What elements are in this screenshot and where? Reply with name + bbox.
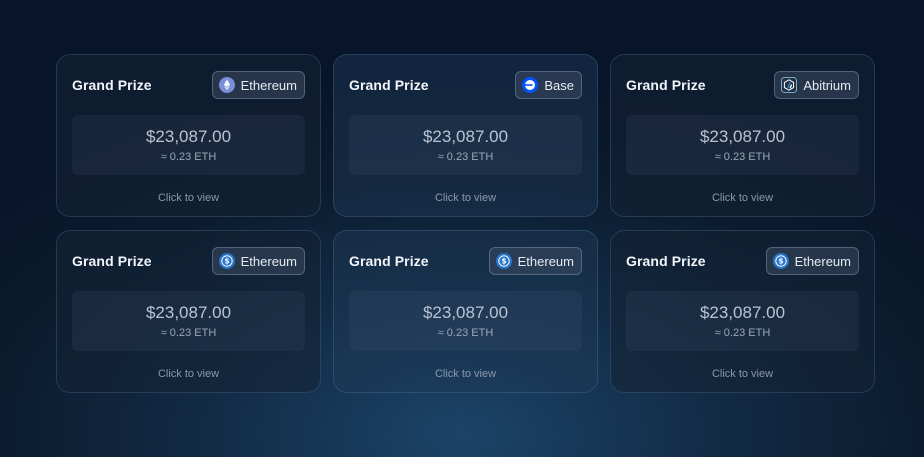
prize-panel: $23,087.00 ≈ 0.23 ETH — [72, 291, 305, 351]
svg-text:$: $ — [501, 257, 506, 266]
chain-label: Abitrium — [803, 77, 851, 93]
ethereum-icon — [218, 77, 235, 93]
prize-eth-value: ≈ 0.23 ETH — [437, 151, 494, 163]
chain-badge[interactable]: Ethereum — [211, 71, 305, 99]
card-title: Grand Prize — [72, 77, 152, 93]
svg-text:$: $ — [778, 257, 783, 266]
card-header: Grand Prize Base — [349, 70, 582, 100]
click-to-view-link[interactable]: Click to view — [334, 192, 597, 204]
prize-card[interactable]: Grand Prize Base $23,087.00 ≈ 0.23 ETH C… — [333, 54, 598, 217]
card-title: Grand Prize — [626, 77, 706, 93]
card-title: Grand Prize — [349, 253, 429, 269]
prize-panel: $23,087.00 ≈ 0.23 ETH — [349, 115, 582, 175]
prize-card[interactable]: Grand Prize $ Ethereum $23,087.00 ≈ 0.23… — [56, 230, 321, 393]
usdc-icon: $ — [218, 253, 235, 269]
chain-badge[interactable]: $ Ethereum — [765, 247, 859, 275]
click-to-view-link[interactable]: Click to view — [611, 192, 874, 204]
prize-card[interactable]: Grand Prize Ethereum $23,087.00 ≈ 0.23 E… — [56, 54, 321, 217]
card-header: Grand Prize $ Ethereum — [72, 246, 305, 276]
arbitrum-icon — [781, 77, 798, 93]
chain-badge[interactable]: $ Ethereum — [211, 247, 305, 275]
prize-panel: $23,087.00 ≈ 0.23 ETH — [626, 115, 859, 175]
card-header: Grand Prize $ Ethereum — [626, 246, 859, 276]
prize-eth-value: ≈ 0.23 ETH — [714, 327, 771, 339]
prize-card-grid: Grand Prize Ethereum $23,087.00 ≈ 0.23 E… — [56, 54, 875, 393]
card-header: Grand Prize Abitrium — [626, 70, 859, 100]
prize-eth-value: ≈ 0.23 ETH — [714, 151, 771, 163]
chain-label: Ethereum — [517, 253, 574, 269]
prize-amount: $23,087.00 — [699, 303, 786, 322]
prize-amount: $23,087.00 — [422, 303, 509, 322]
chain-badge[interactable]: Base — [515, 71, 582, 99]
base-icon — [522, 77, 539, 93]
prize-panel: $23,087.00 ≈ 0.23 ETH — [349, 291, 582, 351]
prize-amount: $23,087.00 — [422, 127, 509, 146]
prize-eth-value: ≈ 0.23 ETH — [160, 327, 217, 339]
svg-text:$: $ — [224, 257, 229, 266]
click-to-view-link[interactable]: Click to view — [334, 368, 597, 380]
prize-panel: $23,087.00 ≈ 0.23 ETH — [626, 291, 859, 351]
prize-amount: $23,087.00 — [145, 303, 232, 322]
chain-label: Ethereum — [794, 253, 851, 269]
usdc-icon: $ — [495, 253, 512, 269]
prize-eth-value: ≈ 0.23 ETH — [160, 151, 217, 163]
card-header: Grand Prize $ Ethereum — [349, 246, 582, 276]
chain-label: Ethereum — [240, 77, 297, 93]
click-to-view-link[interactable]: Click to view — [57, 192, 320, 204]
card-title: Grand Prize — [626, 253, 706, 269]
prize-amount: $23,087.00 — [699, 127, 786, 146]
card-header: Grand Prize Ethereum — [72, 70, 305, 100]
card-title: Grand Prize — [349, 77, 429, 93]
prize-eth-value: ≈ 0.23 ETH — [437, 327, 494, 339]
chain-badge[interactable]: Abitrium — [774, 71, 859, 99]
prize-card[interactable]: Grand Prize Abitrium $23,087.00 ≈ 0.23 E… — [610, 54, 875, 217]
chain-badge[interactable]: $ Ethereum — [488, 247, 582, 275]
click-to-view-link[interactable]: Click to view — [611, 368, 874, 380]
chain-label: Ethereum — [240, 253, 297, 269]
click-to-view-link[interactable]: Click to view — [57, 368, 320, 380]
prize-amount: $23,087.00 — [145, 127, 232, 146]
prize-panel: $23,087.00 ≈ 0.23 ETH — [72, 115, 305, 175]
card-title: Grand Prize — [72, 253, 152, 269]
prize-card[interactable]: Grand Prize $ Ethereum $23,087.00 ≈ 0.23… — [610, 230, 875, 393]
prize-card[interactable]: Grand Prize $ Ethereum $23,087.00 ≈ 0.23… — [333, 230, 598, 393]
usdc-icon: $ — [772, 253, 789, 269]
chain-label: Base — [544, 77, 574, 93]
